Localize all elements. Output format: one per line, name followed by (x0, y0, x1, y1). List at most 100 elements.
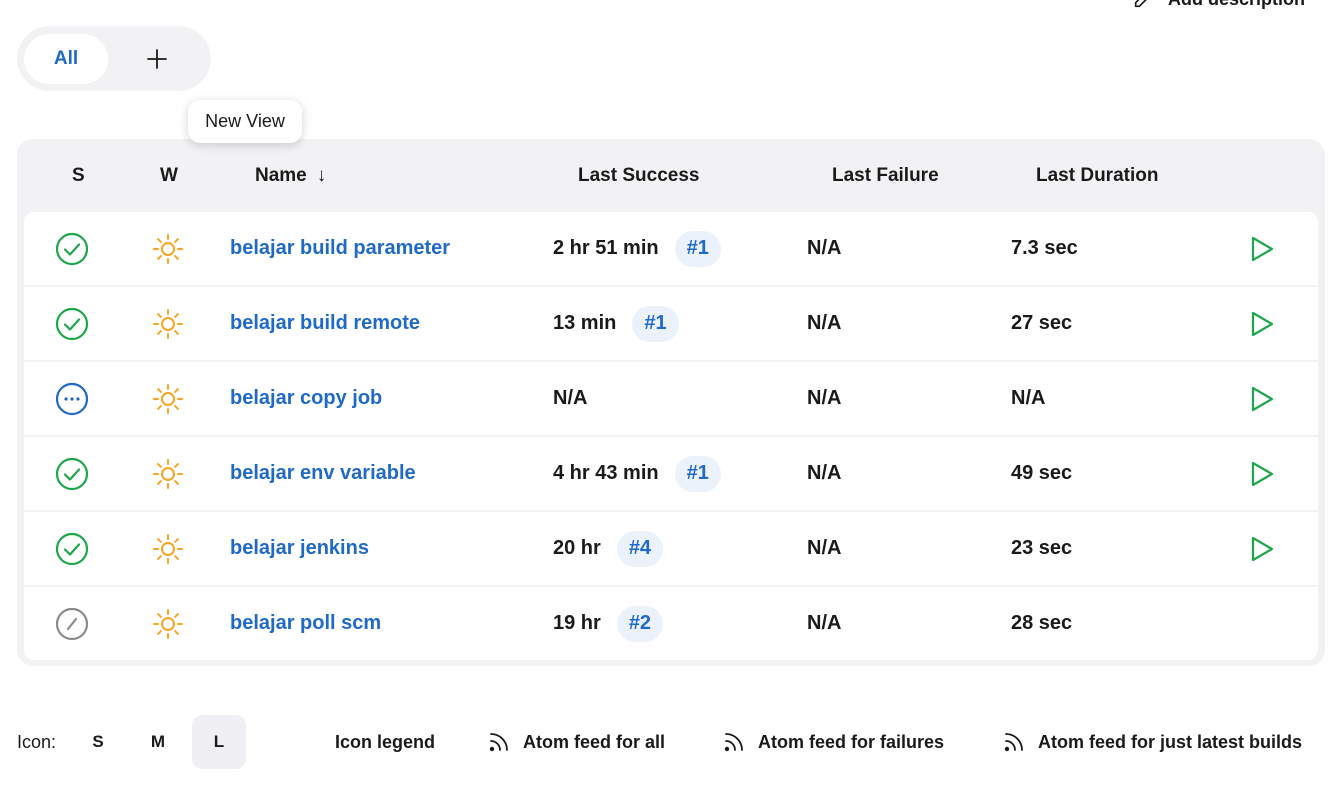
last-duration-value: 49 sec (1011, 462, 1073, 484)
schedule-build-button[interactable] (1249, 512, 1275, 585)
weather-cell[interactable] (151, 437, 185, 510)
weather-sunny-icon (153, 608, 183, 639)
job-name-link[interactable]: belajar jenkins (230, 537, 369, 560)
build-number-link[interactable]: #1 (674, 230, 721, 267)
weather-sunny-icon (153, 308, 183, 339)
schedule-build-button[interactable] (1249, 437, 1275, 510)
plus-icon (147, 48, 167, 69)
play-icon (1251, 386, 1274, 411)
play-icon (1251, 461, 1274, 486)
job-name-link[interactable]: belajar copy job (230, 387, 382, 410)
last-failure-value: N/A (807, 537, 842, 559)
header-last-failure[interactable]: Last Failure (832, 139, 939, 212)
atom-feed-latest-label: Atom feed for just latest builds (1038, 731, 1303, 752)
last-failure-value: N/A (807, 462, 842, 484)
header-name[interactable]: Name ↓ (255, 139, 326, 212)
last-success-time: 13 min (553, 312, 617, 334)
atom-feed-latest-link[interactable]: Atom feed for just latest builds (1002, 715, 1302, 769)
last-duration-value: N/A (1011, 387, 1046, 409)
atom-feed-all-link[interactable]: Atom feed for all (487, 715, 665, 769)
table-row: belajar jenkins 20 hr #4 N/A 23 sec (24, 512, 1318, 585)
table-row: belajar build remote 13 min #1 N/A 27 se… (24, 287, 1318, 360)
new-view-button[interactable] (112, 34, 202, 84)
job-name-link[interactable]: belajar build remote (230, 312, 420, 335)
status-disabled-icon (55, 607, 89, 640)
status-cell[interactable] (55, 587, 89, 660)
jobs-table: S W Name ↓ Last Success Last Failure Las… (17, 139, 1325, 666)
play-icon (1251, 236, 1274, 261)
last-failure-value: N/A (807, 387, 842, 409)
weather-sunny-icon (153, 383, 183, 414)
status-success-icon (55, 457, 89, 490)
schedule-build-button[interactable] (1249, 287, 1275, 360)
weather-cell[interactable] (151, 362, 185, 435)
new-view-tooltip: New View (188, 100, 302, 143)
last-duration-value: 27 sec (1011, 312, 1073, 334)
icon-size-s-button[interactable]: S (71, 715, 125, 769)
play-icon (1251, 311, 1274, 336)
rss-icon (724, 733, 743, 752)
header-last-success[interactable]: Last Success (578, 139, 699, 212)
status-success-icon (55, 307, 89, 340)
weather-sunny-icon (153, 233, 183, 264)
sort-arrow-icon: ↓ (316, 164, 327, 186)
header-name-label: Name (255, 164, 307, 186)
last-success-time: 2 hr 51 min (553, 237, 659, 259)
atom-feed-failures-label: Atom feed for failures (758, 731, 945, 752)
add-description-label: Add description (1168, 0, 1305, 10)
footer-bar: Icon: S M L Icon legend Atom feed for al… (17, 715, 1317, 769)
rss-icon (1004, 733, 1023, 752)
status-cell[interactable] (55, 362, 89, 435)
last-success-time: 20 hr (553, 537, 601, 559)
last-duration-value: 7.3 sec (1011, 237, 1078, 259)
add-description-button[interactable]: Add description (1132, 0, 1305, 10)
last-failure-value: N/A (807, 612, 842, 634)
icon-size-label: Icon: (17, 731, 57, 752)
view-tabs: All (17, 26, 211, 91)
build-number-link[interactable]: #1 (674, 455, 721, 492)
weather-cell[interactable] (151, 287, 185, 360)
job-rows: belajar build parameter 2 hr 51 min #1 N… (24, 212, 1318, 660)
last-failure-value: N/A (807, 237, 842, 259)
pencil-icon (1134, 0, 1147, 8)
header-status[interactable]: S (72, 139, 85, 212)
build-number-link[interactable]: #1 (632, 305, 679, 342)
status-cell[interactable] (55, 512, 89, 585)
last-success-time: 19 hr (553, 612, 601, 634)
table-header: S W Name ↓ Last Success Last Failure Las… (24, 139, 1318, 212)
last-duration-value: 23 sec (1011, 537, 1073, 559)
play-icon (1251, 536, 1274, 561)
status-cell[interactable] (55, 287, 89, 360)
weather-cell[interactable] (151, 212, 185, 285)
job-name-link[interactable]: belajar env variable (230, 462, 416, 485)
table-row: belajar copy job N/A N/A N/A (24, 362, 1318, 435)
weather-sunny-icon (153, 458, 183, 489)
status-success-icon (55, 232, 89, 265)
status-cell[interactable] (55, 437, 89, 510)
icon-size-l-button[interactable]: L (192, 715, 246, 769)
weather-cell[interactable] (151, 587, 185, 660)
status-not-built-icon (55, 382, 89, 415)
job-name-link[interactable]: belajar build parameter (230, 237, 450, 260)
tab-all[interactable]: All (24, 33, 108, 84)
last-duration-value: 28 sec (1011, 612, 1073, 634)
atom-feed-failures-link[interactable]: Atom feed for failures (722, 715, 944, 769)
build-number-link[interactable]: #4 (616, 530, 664, 567)
status-cell[interactable] (55, 212, 89, 285)
header-weather[interactable]: W (160, 139, 178, 212)
schedule-build-button[interactable] (1249, 212, 1275, 285)
schedule-build-button[interactable] (1249, 362, 1275, 435)
build-number-link[interactable]: #2 (616, 605, 664, 642)
last-failure-value: N/A (807, 312, 842, 334)
table-row: belajar build parameter 2 hr 51 min #1 N… (24, 212, 1318, 285)
status-success-icon (55, 532, 89, 565)
last-success-time: 4 hr 43 min (553, 462, 659, 484)
last-success-time: N/A (553, 387, 588, 409)
header-last-duration[interactable]: Last Duration (1036, 139, 1158, 212)
atom-feed-all-label: Atom feed for all (523, 731, 666, 752)
icon-size-m-button[interactable]: M (131, 715, 185, 769)
job-name-link[interactable]: belajar poll scm (230, 612, 381, 635)
table-row: belajar env variable 4 hr 43 min #1 N/A … (24, 437, 1318, 510)
icon-legend-link[interactable]: Icon legend (335, 715, 435, 769)
weather-cell[interactable] (151, 512, 185, 585)
